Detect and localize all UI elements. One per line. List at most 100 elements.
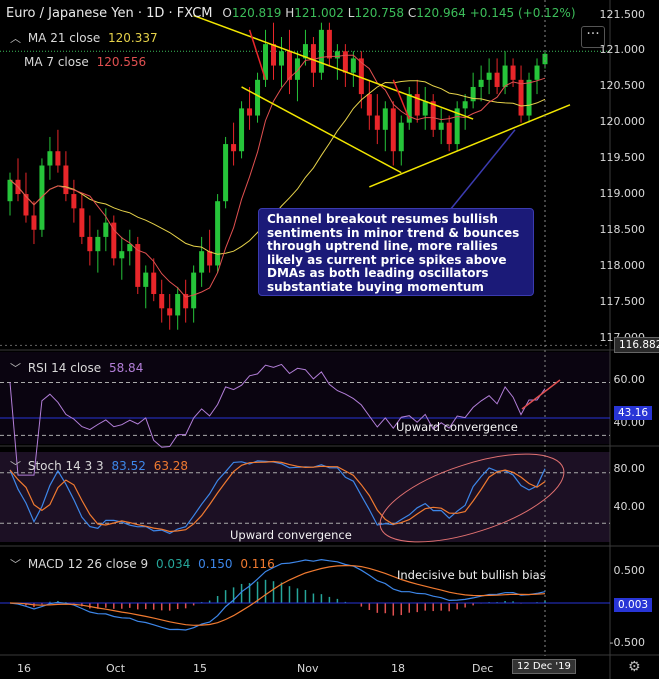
price-tag: 116.882 xyxy=(614,337,659,353)
macd-annotation: Indecisive but bullish bias xyxy=(397,568,546,582)
ma21-value: 120.337 xyxy=(108,31,158,45)
analysis-callout: Channel breakout resumes bullish sentime… xyxy=(258,208,534,296)
candle-body xyxy=(510,65,516,80)
candle-body xyxy=(223,144,229,202)
candle-body xyxy=(63,165,69,195)
price-axis-label: 121.000 xyxy=(599,43,646,56)
ma7-legend[interactable]: MA 7 close 120.556 xyxy=(24,55,146,69)
candle-body xyxy=(318,29,324,73)
candle-body xyxy=(334,51,340,59)
candle-body xyxy=(398,122,404,152)
rsi-legend[interactable]: ﹀ RSI 14 close 58.84 xyxy=(10,360,143,376)
chart-canvas[interactable] xyxy=(0,0,659,679)
time-axis-label: 16 xyxy=(17,662,31,675)
time-axis-label: 18 xyxy=(391,662,405,675)
price-axis-label: 121.500 xyxy=(599,8,646,21)
candle-body xyxy=(55,151,61,166)
candle-body xyxy=(326,29,332,59)
rsi-value: 58.84 xyxy=(108,361,144,375)
stoch-label: Stoch 14 3 3 xyxy=(27,459,104,473)
price-axis-label: 119.000 xyxy=(599,187,646,200)
candle-body xyxy=(526,79,532,116)
candle-body xyxy=(374,115,380,130)
candle-body xyxy=(151,272,157,295)
macd-axis-label: 0.500 xyxy=(613,564,646,577)
time-axis-label: 15 xyxy=(193,662,207,675)
ohlc-low-value: 120.758 xyxy=(354,6,405,20)
candle-body xyxy=(167,308,173,316)
candle-body xyxy=(470,86,476,102)
candle-body xyxy=(478,79,484,87)
candle-body xyxy=(191,272,197,309)
stoch-axis-label: 40.00 xyxy=(613,500,646,513)
settings-gear-icon[interactable]: ⚙ xyxy=(628,659,641,675)
price-axis-label: 120.000 xyxy=(599,115,646,128)
candle-body xyxy=(239,108,245,152)
candle-body xyxy=(159,294,165,309)
candle-body xyxy=(518,79,524,116)
macd-line-value: 0.150 xyxy=(198,557,233,571)
candle-body xyxy=(278,51,284,66)
candle-body xyxy=(119,251,125,259)
price-axis-label: 119.500 xyxy=(599,151,646,164)
ma7-label: MA 7 close xyxy=(24,55,89,69)
macd-legend[interactable]: ﹀ MACD 12 26 close 9 0.034 0.150 0.116 xyxy=(10,556,275,572)
candle-body xyxy=(366,94,372,116)
candle-body xyxy=(271,44,277,66)
candle-body xyxy=(23,194,29,216)
candle-body xyxy=(247,108,253,116)
ohlc-close-value: 120.964 xyxy=(416,6,466,20)
candle-body xyxy=(71,194,77,209)
time-axis-label: Nov xyxy=(297,662,319,675)
candle-body xyxy=(103,222,109,237)
price-axis-label: 118.500 xyxy=(599,223,646,236)
channel-upper-trendline xyxy=(193,14,474,120)
candle-body xyxy=(199,251,205,273)
symbol-title: Euro / Japanese Yen · 1D · FXCM xyxy=(6,6,213,21)
candle-body xyxy=(7,179,13,202)
candle-body xyxy=(207,251,213,266)
time-axis-label: Oct xyxy=(106,662,126,675)
candle-body xyxy=(382,108,388,130)
rsi-label: RSI 14 close xyxy=(27,361,102,375)
candle-body xyxy=(422,101,428,116)
callout-pointer xyxy=(449,129,516,211)
ohlc-change: +0.145 (+0.12%) xyxy=(469,6,576,20)
candle-body xyxy=(143,272,149,287)
candle-body xyxy=(486,72,492,80)
candle-body xyxy=(87,236,93,252)
candle-body xyxy=(310,44,316,73)
chevron-down-icon[interactable]: ﹀ xyxy=(10,360,24,376)
symbol-header: Euro / Japanese Yen · 1D · FXCM O120.819… xyxy=(6,6,576,21)
macd-tag: 0.003 xyxy=(614,598,653,612)
macd-label: MACD 12 26 close 9 xyxy=(27,557,149,571)
ma21-legend[interactable]: ︿ MA 21 close 120.337 xyxy=(10,30,158,46)
candle-body xyxy=(390,108,396,152)
candle-body xyxy=(39,165,45,230)
candle-body xyxy=(79,208,85,237)
rsi-tag: 43.16 xyxy=(614,406,653,420)
candle-body xyxy=(111,222,117,259)
candle-body xyxy=(95,236,101,252)
stoch-k-value: 83.52 xyxy=(111,459,146,473)
chevron-down-icon[interactable]: ﹀ xyxy=(10,458,24,474)
macd-axis-label: -0.500 xyxy=(609,636,645,649)
candle-body xyxy=(446,122,452,145)
price-axis-label: 117.500 xyxy=(599,295,646,308)
candle-body xyxy=(342,51,348,73)
ohlc-high-label: H xyxy=(285,6,295,20)
stoch-d-value: 63.28 xyxy=(153,459,189,473)
chevron-down-icon[interactable]: ﹀ xyxy=(10,556,24,572)
ma7-value: 120.556 xyxy=(96,55,147,69)
stoch-legend[interactable]: ﹀ Stoch 14 3 3 83.52 63.28 xyxy=(10,458,188,474)
candle-body xyxy=(502,65,508,87)
candle-body xyxy=(286,51,292,80)
candle-body xyxy=(31,215,37,230)
candle-body xyxy=(350,58,356,73)
stoch-annotation: Upward convergence xyxy=(230,528,352,542)
chevron-up-icon[interactable]: ︿ xyxy=(10,30,24,46)
ohlc-open-value: 120.819 xyxy=(231,6,282,20)
ma21-label: MA 21 close xyxy=(27,31,101,45)
date-tag: 12 Dec '19 xyxy=(512,659,576,674)
candle-body xyxy=(255,79,261,116)
